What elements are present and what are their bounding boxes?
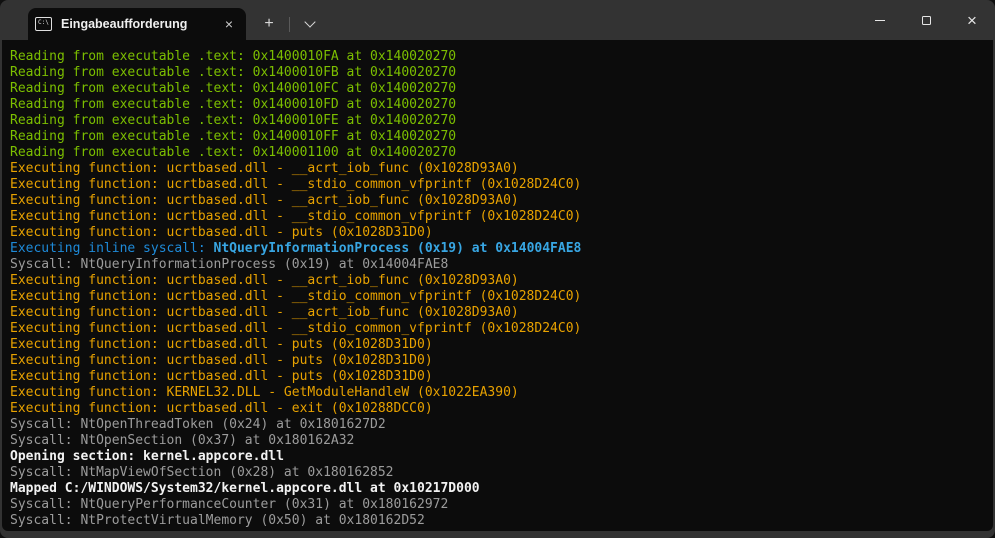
terminal-line: Reading from executable .text: 0x1400010… [10,97,989,113]
tab-title: Eingabeaufforderung [61,17,220,31]
terminal-line: Executing function: ucrtbased.dll - __st… [10,209,989,225]
terminal-line: Syscall: NtMapViewOfSection (0x28) at 0x… [10,465,989,481]
close-button[interactable]: × [949,0,995,40]
maximize-icon [922,16,931,25]
new-tab-button[interactable]: + [252,11,286,37]
tab-strip-controls: + [252,8,327,40]
terminal-line: Executing function: ucrtbased.dll - puts… [10,369,989,385]
tab-close-button[interactable]: × [220,15,238,33]
terminal-line: Executing function: ucrtbased.dll - __ac… [10,193,989,209]
terminal-line: Executing function: ucrtbased.dll - __ac… [10,161,989,177]
terminal-line: Syscall: NtOpenThreadToken (0x24) at 0x1… [10,417,989,433]
close-icon: × [967,12,977,29]
terminal-line: Executing function: ucrtbased.dll - __ac… [10,273,989,289]
terminal-line: Reading from executable .text: 0x1400010… [10,129,989,145]
terminal-line: Mapped C:/WINDOWS/System32/kernel.appcor… [10,481,989,497]
terminal-line: Executing function: KERNEL32.DLL - GetMo… [10,385,989,401]
maximize-button[interactable] [903,0,949,40]
terminal-line: Syscall: NtOpenSection (0x37) at 0x18016… [10,433,989,449]
terminal-line: Syscall: NtQueryInformationProcess (0x19… [10,257,989,273]
terminal-line: Executing function: ucrtbased.dll - puts… [10,225,989,241]
terminal-line: Executing function: ucrtbased.dll - puts… [10,337,989,353]
terminal-line: Reading from executable .text: 0x1400011… [10,145,989,161]
terminal-line: Executing function: ucrtbased.dll - __st… [10,321,989,337]
cmd-icon: C:\ [35,17,52,31]
terminal-line: Syscall: NtProtectVirtualMemory (0x50) a… [10,513,989,529]
chevron-down-icon [304,16,315,27]
terminal-line: Opening section: kernel.appcore.dll [10,449,989,465]
terminal-line: Executing function: ucrtbased.dll - __st… [10,289,989,305]
terminal-line: Executing inline syscall: NtQueryInforma… [10,241,989,257]
titlebar: C:\ Eingabeaufforderung × + × [0,0,995,40]
terminal-line: Executing function: ucrtbased.dll - puts… [10,353,989,369]
terminal-output[interactable]: Reading from executable .text: 0x1400010… [2,40,993,531]
terminal-line: Executing function: ucrtbased.dll - __ac… [10,305,989,321]
terminal-line: Reading from executable .text: 0x1400010… [10,113,989,129]
minimize-icon [875,20,885,21]
terminal-line: Reading from executable .text: 0x1400010… [10,65,989,81]
terminal-line: Executing function: ucrtbased.dll - __st… [10,177,989,193]
terminal-line: Reading from executable .text: 0x1400010… [10,81,989,97]
terminal-line: Syscall: NtQueryPerformanceCounter (0x31… [10,497,989,513]
minimize-button[interactable] [857,0,903,40]
plus-icon: + [264,16,273,32]
tab-eingabeaufforderung[interactable]: C:\ Eingabeaufforderung × [28,8,246,40]
window-controls: × [857,0,995,40]
terminal-line: Executing function: ucrtbased.dll - exit… [10,401,989,417]
tab-dropdown-button[interactable] [293,11,327,37]
tab-strip-separator [289,17,290,32]
terminal-line: Reading from executable .text: 0x1400010… [10,49,989,65]
terminal-window: C:\ Eingabeaufforderung × + × Read [0,0,995,538]
